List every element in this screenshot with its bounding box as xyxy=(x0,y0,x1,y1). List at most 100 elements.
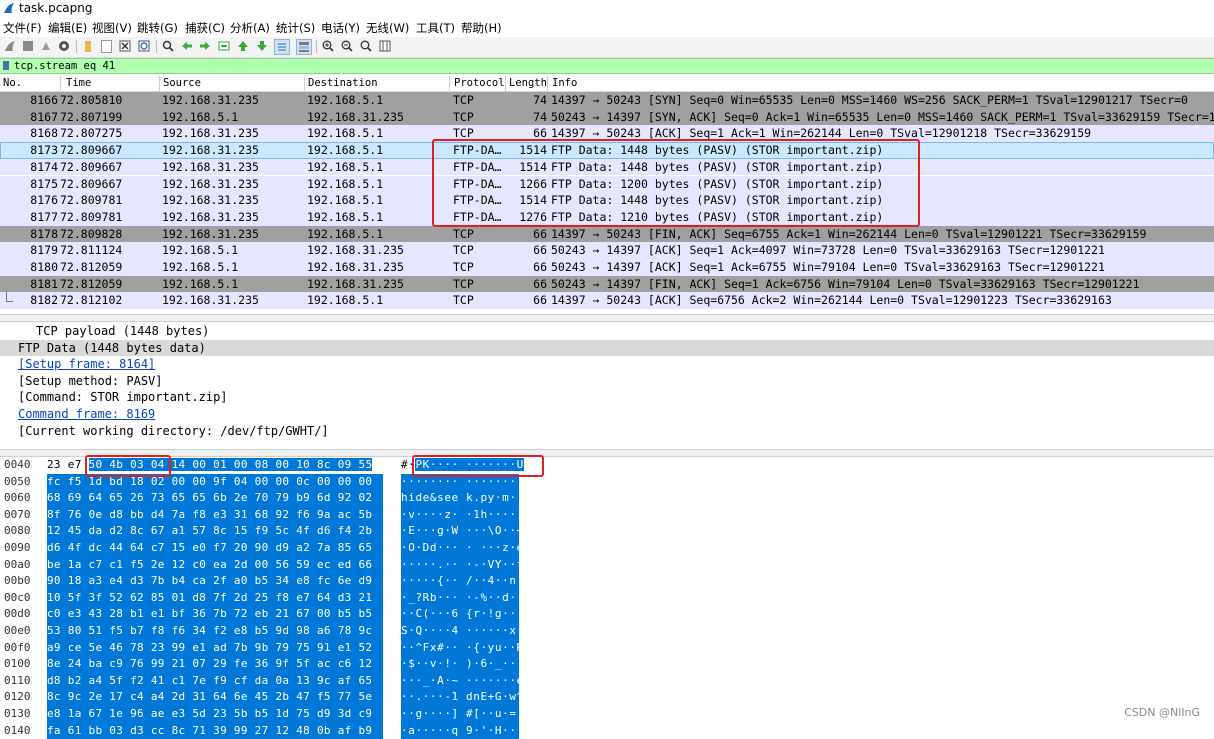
hex-bytes[interactable]: 8c 9c 2e 17 c4 a4 2d 31 64 6e 45 2b 47 f… xyxy=(47,689,383,706)
packet-row[interactable]: 8179 72.811124 192.168.5.1 192.168.31.235 TC… xyxy=(0,242,1214,259)
hex-bytes[interactable]: 8e 24 ba c9 76 99 21 07 29 fe 36 9f 5f a… xyxy=(47,656,383,673)
ascii-bytes[interactable]: ·$··v·!· )·6·_··· xyxy=(401,656,523,673)
ascii-bytes[interactable]: ·····.·· ·-·VY··f xyxy=(401,556,523,574)
hex-row[interactable]: 0070 8f 76 0e d8 bb d4 7a f8 e3 31 68 92 … xyxy=(0,506,1214,524)
packet-row[interactable]: 8167 72.807199 192.168.5.1 192.168.31.235 TC… xyxy=(0,108,1214,126)
open-folder-icon[interactable] xyxy=(81,39,95,53)
stop-icon[interactable] xyxy=(21,39,35,53)
hex-row[interactable]: 00e0 53 80 51 f5 b7 f8 f6 34 f2 e8 b5 9d … xyxy=(0,623,1214,640)
menu-go[interactable]: 跳转(G) xyxy=(137,20,178,36)
hex-bytes[interactable]: 53 80 51 f5 b7 f8 f6 34 f2 e8 b5 9d 98 a… xyxy=(47,623,383,640)
menu-file[interactable]: 文件(F) xyxy=(3,20,42,36)
ascii-bytes[interactable]: ···_·A·~ ·······e xyxy=(401,672,523,690)
hex-bytes[interactable]: fa 61 bb 03 d3 cc 8c 71 39 99 27 12 48 0… xyxy=(47,722,383,739)
ascii-bytes[interactable]: ·····{·· /··4··n· xyxy=(401,573,523,590)
menu-wireless[interactable]: 无线(W) xyxy=(366,20,409,36)
hex-row[interactable]: 0130 e8 1a 67 1e 96 ae e3 5d 23 5b b5 1d … xyxy=(0,706,1214,723)
hex-bytes[interactable]: 68 69 64 65 26 73 65 65 6b 2e 70 79 b9 6… xyxy=(47,490,383,507)
hex-bytes[interactable]: be 1a c7 c1 f5 2e 12 c0 ea 2d 00 56 59 e… xyxy=(47,556,383,574)
hex-bytes[interactable]: 12 45 da d2 8c 67 a1 57 8c 15 f9 5c 4f d… xyxy=(47,523,383,540)
menu-edit[interactable]: 编辑(E) xyxy=(48,20,87,36)
ascii-bytes[interactable]: ··C(···6 {r·!g··· xyxy=(401,606,523,623)
packet-row[interactable]: 8178 72.809828 192.168.31.235 192.168.5.1 TC… xyxy=(0,225,1214,243)
detail-row[interactable]: [Setup frame: 8164] xyxy=(0,356,1214,372)
hex-bytes[interactable]: 8f 76 0e d8 bb d4 7a f8 e3 31 68 92 f6 9… xyxy=(47,506,383,524)
shark-fin-start-icon[interactable] xyxy=(3,39,17,53)
menu-capture[interactable]: 捕获(C) xyxy=(185,20,225,36)
hex-row[interactable]: 00a0 be 1a c7 c1 f5 2e 12 c0 ea 2d 00 56 … xyxy=(0,556,1214,574)
packet-row[interactable]: 8180 72.812059 192.168.5.1 192.168.31.235 TC… xyxy=(0,259,1214,276)
hex-bytes[interactable]: c0 e3 43 28 b1 e1 bf 36 7b 72 eb 21 67 0… xyxy=(47,606,383,623)
detail-row[interactable]: [Setup method: PASV] xyxy=(0,373,1214,389)
hex-row[interactable]: 0080 12 45 da d2 8c 67 a1 57 8c 15 f9 5c … xyxy=(0,523,1214,540)
detail-row[interactable]: Command frame: 8169 xyxy=(0,406,1214,422)
reload-icon[interactable] xyxy=(137,39,151,53)
column-header-length[interactable]: Length xyxy=(509,77,547,89)
back-arrow-icon[interactable] xyxy=(180,39,194,53)
hex-row[interactable]: 0140 fa 61 bb 03 d3 cc 8c 71 39 99 27 12 … xyxy=(0,722,1214,739)
ascii-bytes[interactable]: ··g····] #[··u·=· xyxy=(401,706,523,723)
ascii-bytes[interactable]: ··.···-1 dnE+G·w^ xyxy=(401,689,523,706)
column-header-info[interactable]: Info xyxy=(552,77,577,89)
search-icon[interactable] xyxy=(161,39,175,53)
detail-link[interactable]: [Setup frame: 8164] xyxy=(18,356,155,372)
hex-bytes[interactable]: 90 18 a3 e4 d3 7b b4 ca 2f a0 b5 34 e8 f… xyxy=(47,573,383,590)
hex-bytes[interactable]: e8 1a 67 1e 96 ae e3 5d 23 5b b5 1d 75 d… xyxy=(47,706,383,723)
ascii-bytes[interactable]: hide&see k.py·m·· xyxy=(401,490,523,507)
display-filter-input[interactable]: tcp.stream eq 41 xyxy=(14,59,115,73)
column-header-no[interactable]: No. xyxy=(3,77,22,89)
hex-bytes[interactable]: d8 b2 a4 5f f2 41 c1 7e f9 cf da 0a 13 9… xyxy=(47,672,383,690)
zoom-reset-icon[interactable] xyxy=(359,39,373,53)
bookmark-icon[interactable] xyxy=(3,61,9,70)
hex-row[interactable]: 0090 d6 4f dc 44 64 c7 15 e0 f7 20 90 d9 … xyxy=(0,540,1214,557)
detail-row[interactable]: FTP Data (1448 bytes data) xyxy=(0,339,1214,356)
goto-packet-icon[interactable] xyxy=(217,39,231,53)
packet-row[interactable]: 8181 72.812059 192.168.5.1 192.168.31.235 TC… xyxy=(0,275,1214,293)
hex-row[interactable]: 0040 23 e7 50 4b 03 04 14 00 01 00 08 00 … xyxy=(0,457,1214,474)
detail-row[interactable]: [Command: STOR important.zip] xyxy=(0,389,1214,405)
menu-help[interactable]: 帮助(H) xyxy=(461,20,502,36)
zoom-out-icon[interactable] xyxy=(340,39,354,53)
ascii-bytes[interactable]: ··^Fx#·· ·{·yu··R xyxy=(401,639,523,657)
detail-row[interactable]: [Current working directory: /dev/ftp/GWH… xyxy=(0,423,1214,439)
ascii-bytes[interactable]: ·O·Dd··· · ···z·e xyxy=(401,540,523,557)
pane-splitter-top[interactable] xyxy=(0,314,1214,322)
save-file-icon[interactable] xyxy=(99,39,113,53)
column-header-time[interactable]: Time xyxy=(66,77,91,89)
ascii-bytes[interactable]: ·_?Rb··· ·-%··d·! xyxy=(401,589,523,607)
ascii-bytes[interactable]: ·a·····q 9·'·H··· xyxy=(401,722,523,739)
restart-icon[interactable] xyxy=(39,39,53,53)
column-header-destination[interactable]: Destination xyxy=(308,77,378,89)
hex-row[interactable]: 0060 68 69 64 65 26 73 65 65 6b 2e 70 79 … xyxy=(0,490,1214,507)
hex-row[interactable]: 00f0 a9 ce 5e 46 78 23 99 e1 ad 7b 9b 79 … xyxy=(0,639,1214,657)
ascii-bytes[interactable]: ·E···g·W ···\O··+ xyxy=(401,523,523,540)
menu-tools[interactable]: 工具(T) xyxy=(416,20,455,36)
hex-bytes[interactable]: a9 ce 5e 46 78 23 99 e1 ad 7b 9b 79 75 9… xyxy=(47,639,383,657)
hex-row[interactable]: 0050 fc f5 1d bd 18 02 00 00 9f 04 00 00 … xyxy=(0,473,1214,491)
column-header-protocol[interactable]: Protocol xyxy=(454,77,505,89)
menu-view[interactable]: 视图(V) xyxy=(92,20,132,36)
options-gear-icon[interactable] xyxy=(57,39,71,53)
forward-arrow-icon[interactable] xyxy=(198,39,212,53)
detail-row[interactable]: TCP payload (1448 bytes) xyxy=(0,323,1214,339)
hex-bytes[interactable]: 10 5f 3f 52 62 85 01 d8 7f 2d 25 f8 e7 6… xyxy=(47,589,383,607)
hex-bytes[interactable]: d6 4f dc 44 64 c7 15 e0 f7 20 90 d9 a2 7… xyxy=(47,540,383,557)
autoscroll-icon[interactable] xyxy=(274,39,290,55)
zoom-in-icon[interactable] xyxy=(321,39,335,53)
hex-row[interactable]: 0100 8e 24 ba c9 76 99 21 07 29 fe 36 9f … xyxy=(0,656,1214,673)
detail-link[interactable]: Command frame: 8169 xyxy=(18,406,155,422)
hex-row[interactable]: 00b0 90 18 a3 e4 d3 7b b4 ca 2f a0 b5 34 … xyxy=(0,573,1214,590)
pane-splitter-bottom[interactable] xyxy=(0,449,1214,457)
menu-statistics[interactable]: 统计(S) xyxy=(276,20,315,36)
packet-row[interactable]: 8166 72.805810 192.168.31.235 192.168.5.1 TC… xyxy=(0,92,1214,109)
hex-row[interactable]: 0120 8c 9c 2e 17 c4 a4 2d 31 64 6e 45 2b … xyxy=(0,689,1214,706)
hex-row[interactable]: 00c0 10 5f 3f 52 62 85 01 d8 7f 2d 25 f8 … xyxy=(0,589,1214,607)
colorize-icon[interactable] xyxy=(296,39,312,55)
hex-row[interactable]: 00d0 c0 e3 43 28 b1 e1 bf 36 7b 72 eb 21 … xyxy=(0,606,1214,623)
menu-analyze[interactable]: 分析(A) xyxy=(230,20,270,36)
first-packet-icon[interactable] xyxy=(236,39,250,53)
packet-row[interactable]: 8182 72.812102 192.168.31.235 192.168.5.1 TC… xyxy=(0,292,1214,310)
ascii-bytes[interactable]: ·v····z· ·1h····[ xyxy=(401,506,523,524)
menu-telephony[interactable]: 电话(Y) xyxy=(321,20,360,36)
resize-columns-icon[interactable] xyxy=(378,39,392,53)
